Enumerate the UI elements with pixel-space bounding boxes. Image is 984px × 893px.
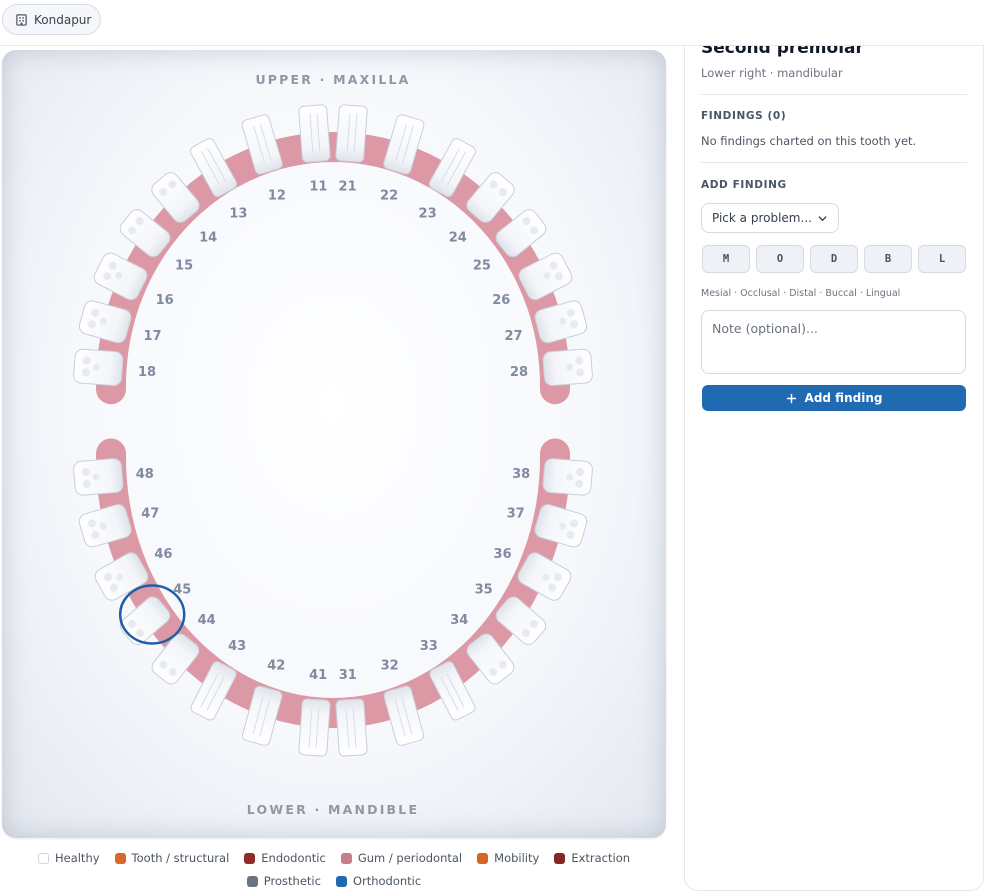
- legend-swatch: [477, 852, 489, 864]
- surface-mesial-button[interactable]: M: [702, 245, 750, 273]
- divider: [701, 162, 967, 163]
- tooth-number: 23: [419, 207, 437, 222]
- tooth-number: 21: [339, 180, 357, 195]
- tooth-number: 37: [507, 506, 525, 521]
- tooth-11[interactable]: [298, 104, 331, 163]
- tooth-number: 32: [381, 659, 399, 674]
- surface-buccal-button[interactable]: B: [864, 245, 912, 273]
- tooth-crown: [298, 104, 331, 163]
- empty-findings-message: No findings charted on this tooth yet.: [701, 134, 917, 148]
- tooth-detail-panel: Second premolar Lower right · mandibular…: [684, 46, 984, 891]
- legend-label: Extraction: [571, 851, 631, 865]
- location-label: Kondapur: [34, 12, 92, 27]
- legend-item: Orthodontic: [335, 873, 422, 889]
- dental-chart: UPPER · MAXILLA LOWER · MANDIBLE 18 17 16 1…: [2, 50, 666, 838]
- note-input[interactable]: Note (optional)...: [701, 310, 966, 374]
- legend-swatch: [554, 852, 566, 864]
- legend-swatch: [244, 852, 256, 864]
- lower-arch-title: LOWER · MANDIBLE: [247, 802, 419, 817]
- tooth-number: 16: [156, 293, 174, 308]
- note-placeholder: Note (optional)...: [712, 321, 818, 336]
- tooth-18[interactable]: [73, 348, 124, 387]
- tooth-number: 12: [268, 188, 286, 203]
- tooth-number: 18: [138, 365, 156, 380]
- tooth-number: 43: [228, 639, 246, 654]
- surface-occlusal-button[interactable]: O: [756, 245, 804, 273]
- tooth-number: 11: [309, 180, 327, 195]
- tooth-38[interactable]: [542, 458, 593, 496]
- tooth-48[interactable]: [73, 458, 124, 496]
- tooth-number: 13: [229, 207, 247, 222]
- location-selector[interactable]: Kondapur: [2, 4, 101, 35]
- legend-item: Healthy: [37, 850, 100, 866]
- findings-legend: Healthy Tooth / structural Endodontic Gum /…: [0, 850, 668, 889]
- legend-label: Healthy: [54, 851, 100, 865]
- legend-swatch: [340, 852, 352, 864]
- tooth-number: 36: [494, 547, 512, 562]
- findings-heading: FINDINGS (0): [701, 110, 787, 122]
- legend-swatch: [246, 875, 258, 887]
- legend-swatch: [37, 852, 49, 864]
- legend-item: Prosthetic: [246, 873, 321, 889]
- tooth-number: 47: [141, 506, 159, 521]
- surface-lingual-button[interactable]: L: [918, 245, 966, 273]
- tooth-number: 25: [473, 259, 491, 274]
- tooth-number: 41: [309, 668, 327, 683]
- surface-buttons: M O D B L: [702, 245, 966, 273]
- tooth-number: 22: [380, 188, 398, 203]
- tooth-number: 44: [198, 613, 216, 628]
- tooth-number: 35: [475, 582, 493, 597]
- legend-label: Gum / periodontal: [357, 851, 463, 865]
- tooth-41[interactable]: [298, 698, 331, 757]
- tooth-name: Second premolar: [701, 46, 864, 58]
- plus-icon: [786, 393, 796, 403]
- tooth-number: 31: [339, 668, 357, 683]
- legend-item: Tooth / structural: [114, 850, 230, 866]
- tooth-number: 14: [199, 230, 217, 245]
- tooth-number: 46: [154, 547, 172, 562]
- surface-distal-button[interactable]: D: [810, 245, 858, 273]
- tooth-number: 26: [492, 293, 510, 308]
- surface-hint: Mesial · Occlusal · Distal · Buccal · Li…: [701, 288, 901, 299]
- tooth-number: 28: [510, 365, 528, 380]
- tooth-number: 15: [175, 259, 193, 274]
- tooth-number: 17: [143, 329, 161, 344]
- tooth-31[interactable]: [335, 698, 368, 757]
- legend-item: Mobility: [477, 850, 539, 866]
- tooth-crown: [298, 698, 331, 757]
- legend-label: Mobility: [494, 851, 540, 865]
- chevron-down-icon: [818, 216, 827, 222]
- add-finding-button[interactable]: Add finding: [702, 385, 966, 411]
- legend-swatch: [114, 852, 126, 864]
- legend-item: Endodontic: [244, 850, 326, 866]
- add-finding-heading: ADD FINDING: [701, 179, 787, 191]
- tooth-number: 24: [449, 230, 467, 245]
- legend-label: Orthodontic: [352, 874, 422, 888]
- problem-select-value: Pick a problem...: [712, 211, 812, 225]
- tooth-28[interactable]: [542, 348, 593, 387]
- legend-item: Gum / periodontal: [340, 850, 463, 866]
- tooth-number: 48: [136, 467, 154, 482]
- legend-label: Prosthetic: [263, 874, 321, 888]
- building-icon: [16, 14, 27, 26]
- top-bar: Kondapur: [0, 0, 984, 46]
- tooth-number: 33: [420, 639, 438, 654]
- problem-select[interactable]: Pick a problem...: [701, 203, 839, 233]
- tooth-crown: [335, 104, 368, 163]
- tooth-location: Lower right · mandibular: [701, 66, 843, 80]
- add-finding-label: Add finding: [804, 391, 883, 405]
- tooth-21[interactable]: [335, 104, 368, 163]
- legend-label: Endodontic: [261, 851, 326, 865]
- tooth-number: 42: [267, 659, 285, 674]
- legend-label: Tooth / structural: [131, 851, 230, 865]
- tooth-number: 38: [512, 467, 530, 482]
- upper-arch-title: UPPER · MAXILLA: [255, 72, 410, 87]
- legend-item: Extraction: [554, 850, 630, 866]
- tooth-number: 27: [504, 329, 522, 344]
- dental-arch-chart: UPPER · MAXILLA LOWER · MANDIBLE 18 17 16 1…: [73, 72, 593, 817]
- tooth-number: 34: [450, 613, 468, 628]
- divider: [701, 94, 967, 95]
- tooth-crown: [335, 698, 368, 757]
- legend-swatch: [335, 875, 347, 887]
